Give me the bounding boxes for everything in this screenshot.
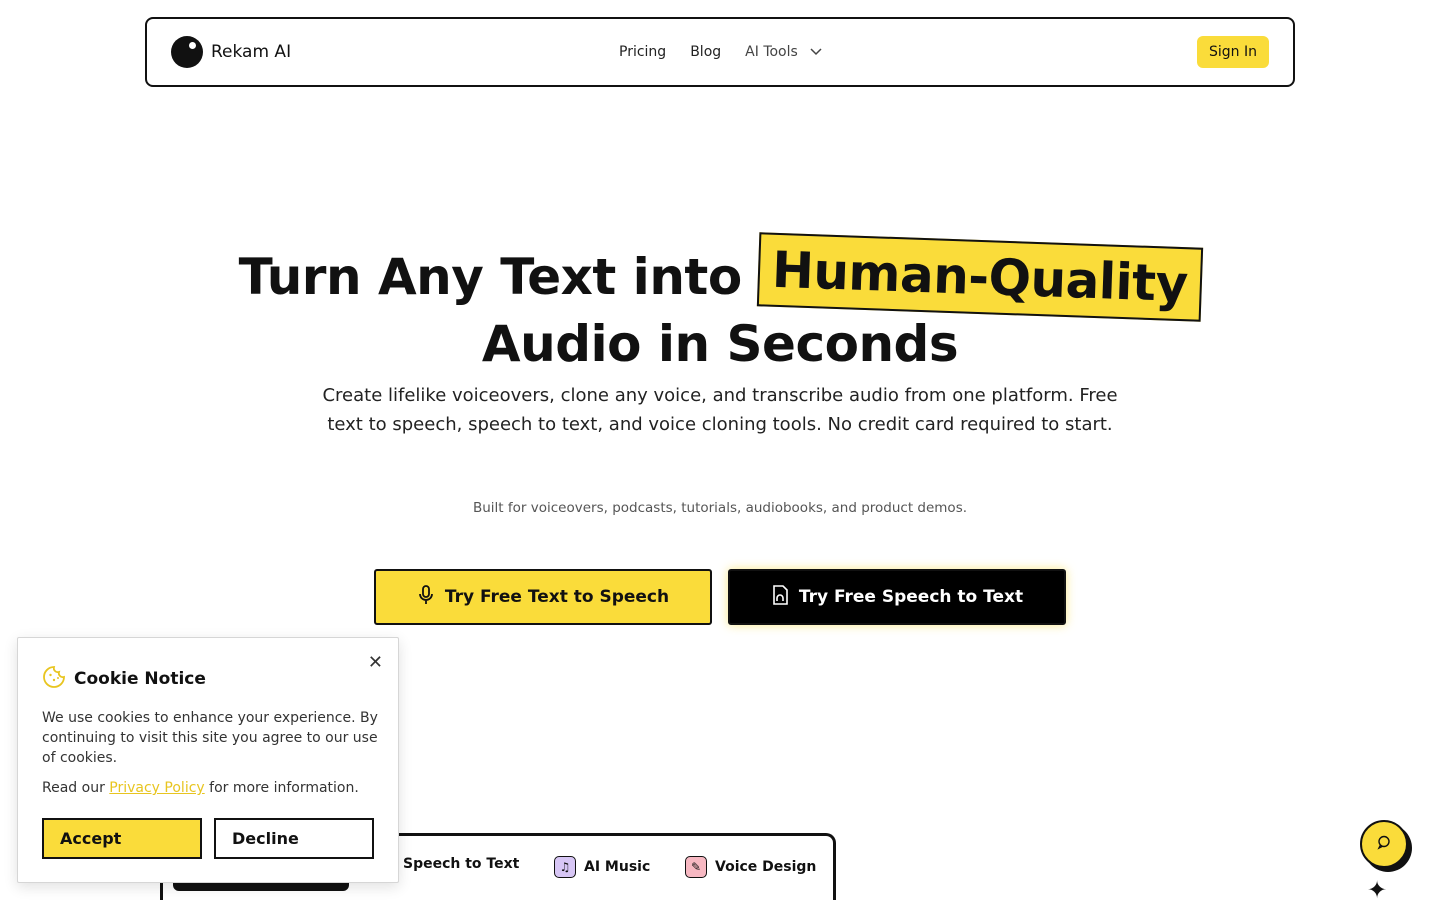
cookie-read-suffix: for more information.: [204, 780, 359, 796]
nav-link-pricing[interactable]: Pricing: [619, 44, 666, 60]
tab-ai-music[interactable]: ♫ AI Music: [554, 856, 650, 878]
cookie-body: We use cookies to enhance your experienc…: [42, 710, 378, 766]
tab-voice-design-label: Voice Design: [715, 859, 817, 875]
try-speech-to-text-label: Try Free Speech to Text: [798, 587, 1024, 607]
hero-title-highlight: Human-Quality: [756, 232, 1203, 322]
chat-bubble-icon: [1376, 834, 1392, 854]
cookie-icon: [42, 665, 66, 693]
audio-file-icon: [771, 584, 789, 610]
nav-link-ai-tools-label: AI Tools: [745, 44, 798, 60]
chat-button[interactable]: [1360, 820, 1408, 868]
cookie-read-more: Read our Privacy Policy for more informa…: [42, 780, 359, 796]
try-text-to-speech-button[interactable]: Try Free Text to Speech: [374, 569, 712, 625]
nav-links: Pricing Blog AI Tools: [619, 19, 822, 85]
tab-voice-design[interactable]: ✎ Voice Design: [685, 856, 816, 878]
top-navbar: Rekam AI Pricing Blog AI Tools Sign In: [145, 17, 1295, 87]
music-note-icon: ♫: [554, 856, 576, 878]
try-text-to-speech-label: Try Free Text to Speech: [444, 587, 670, 607]
nav-link-blog[interactable]: Blog: [690, 44, 721, 60]
hero-tagline: Built for voiceovers, podcasts, tutorial…: [472, 500, 968, 516]
cookie-header: Cookie Notice: [42, 665, 206, 693]
sparkle-icon: ✦: [1367, 876, 1388, 900]
hero-title: Turn Any Text into Human-Quality Audio i…: [0, 232, 1440, 374]
hero-title-part1: Turn Any Text into: [238, 248, 743, 306]
tab-ai-music-label: AI Music: [584, 859, 651, 875]
hero-title-part2: Audio in Seconds: [481, 315, 959, 373]
try-speech-to-text-button[interactable]: Try Free Speech to Text: [728, 569, 1066, 625]
cookie-notice: ✕ Cookie Notice We use cookies to enhanc…: [17, 637, 399, 883]
microphone-icon: [417, 584, 435, 610]
decline-button[interactable]: Decline: [214, 818, 374, 859]
privacy-policy-link[interactable]: Privacy Policy: [109, 780, 204, 796]
close-icon[interactable]: ✕: [368, 652, 383, 673]
nav-link-ai-tools[interactable]: AI Tools: [745, 44, 822, 60]
chevron-down-icon: [810, 48, 822, 56]
brand-logo-icon: [171, 36, 203, 68]
cookie-title: Cookie Notice: [74, 669, 206, 689]
magic-wand-icon: ✎: [685, 856, 707, 878]
hero-subtitle: Create lifelike voiceovers, clone any vo…: [322, 385, 1118, 435]
sign-in-button[interactable]: Sign In: [1197, 36, 1269, 68]
tab-speech-to-text[interactable]: Speech to Text: [403, 856, 519, 872]
accept-button[interactable]: Accept: [42, 818, 202, 859]
brand[interactable]: Rekam AI: [171, 36, 291, 68]
brand-name: Rekam AI: [211, 42, 292, 62]
cookie-read-prefix: Read our: [42, 780, 110, 796]
tab-speech-to-text-label: Speech to Text: [403, 856, 520, 872]
